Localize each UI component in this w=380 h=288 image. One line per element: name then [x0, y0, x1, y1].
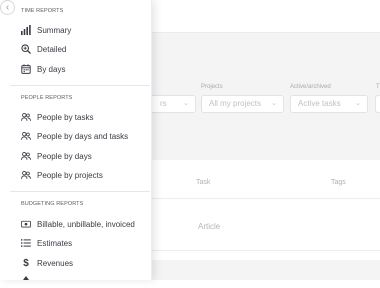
section-heading-people-reports: PEOPLE REPORTS: [21, 95, 73, 101]
calendar-icon: [21, 64, 31, 74]
table-cell-task: Article: [198, 222, 221, 231]
table-divider: [152, 250, 380, 251]
menu-item-by-days[interactable]: By days: [21, 62, 65, 76]
filter-label-active-archived: Active/archived: [290, 84, 331, 90]
filter-select-active-value: Active tasks: [298, 99, 341, 108]
chevron-down-icon: ⌄: [271, 100, 277, 107]
table-divider: [152, 198, 380, 199]
bar-chart-icon: [21, 25, 31, 35]
menu-item-people-by-projects[interactable]: People by projects: [21, 168, 103, 182]
table-header-tags: Tags: [331, 179, 346, 186]
filter-select-projects[interactable]: All my projects ⌄: [201, 95, 284, 113]
menu-item-label: People by tasks: [37, 112, 94, 122]
section-divider: [10, 85, 150, 86]
filter-select-active-archived[interactable]: Active tasks ⌄: [290, 95, 368, 113]
menu-item-detailed[interactable]: Detailed: [21, 42, 66, 56]
reports-menu-panel: TIME REPORTS Summary Detailed By days PE…: [0, 0, 152, 280]
menu-item-label: By days: [37, 64, 66, 74]
table-header-task: Task: [196, 179, 211, 186]
filter-select-people-value: rs: [160, 99, 167, 108]
menu-item-revenues[interactable]: $ Revenues: [21, 256, 73, 270]
filter-label-partial: T: [376, 84, 380, 90]
banknote-icon: [21, 219, 31, 229]
people-icon: [21, 131, 31, 141]
magnifier-icon: [21, 44, 31, 54]
menu-item-label: People by projects: [37, 170, 103, 180]
people-icon: [21, 170, 31, 180]
chevron-down-icon: ⌄: [183, 100, 189, 107]
menu-item-partial[interactable]: [21, 274, 37, 288]
menu-item-people-by-days-and-tasks[interactable]: People by days and tasks: [21, 129, 128, 143]
filter-label-projects: Projects: [201, 84, 223, 90]
menu-item-label: Revenues: [37, 258, 74, 268]
menu-item-label: Estimates: [37, 238, 73, 248]
menu-item-label: Detailed: [37, 44, 67, 54]
section-heading-time-reports: TIME REPORTS: [21, 8, 64, 14]
chevron-down-icon: ⌄: [355, 100, 361, 107]
people-icon: [21, 112, 31, 122]
partial-icon: [21, 276, 31, 286]
list-icon: [21, 238, 31, 248]
dollar-icon: $: [23, 257, 29, 269]
section-heading-budgeting-reports: BUDGETING REPORTS: [21, 201, 84, 207]
menu-item-label: Billable, unbillable, invoiced: [37, 219, 135, 229]
menu-item-label: People by days: [37, 151, 92, 161]
chevron-left-icon[interactable]: ‹: [0, 0, 15, 15]
menu-item-people-by-tasks[interactable]: People by tasks: [21, 110, 93, 124]
filter-select-projects-value: All my projects: [209, 99, 262, 108]
menu-item-people-by-days[interactable]: People by days: [21, 149, 92, 163]
menu-item-label: Summary: [37, 25, 72, 35]
report-table: [152, 160, 380, 260]
menu-item-billable-unbillable-invoiced[interactable]: Billable, unbillable, invoiced: [21, 217, 135, 231]
menu-item-summary[interactable]: Summary: [21, 23, 71, 37]
people-icon: [21, 151, 31, 161]
menu-item-estimates[interactable]: Estimates: [21, 236, 72, 250]
section-divider: [10, 191, 150, 192]
menu-item-label: People by days and tasks: [37, 131, 129, 141]
filter-select-partial[interactable]: [375, 95, 380, 113]
filter-select-people[interactable]: rs ⌄: [146, 95, 196, 113]
